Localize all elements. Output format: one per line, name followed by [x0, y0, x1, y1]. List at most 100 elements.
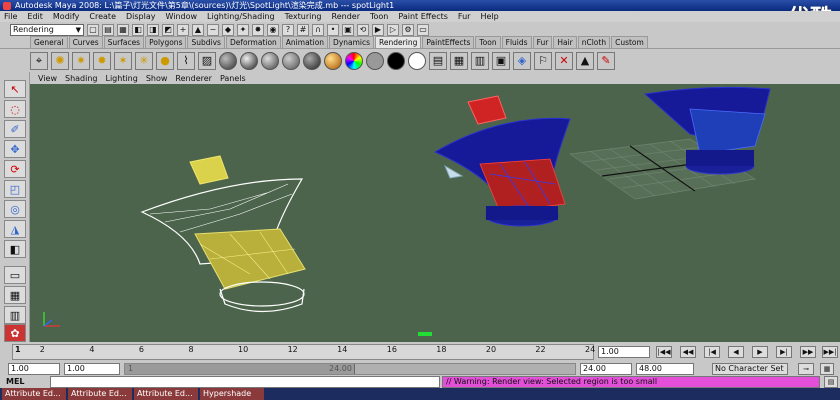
menu-toon[interactable]: Toon: [370, 12, 388, 21]
layered-material-icon[interactable]: [324, 51, 342, 70]
shelf-tab-dynamics[interactable]: Dynamics: [329, 36, 375, 48]
goto-end-icon[interactable]: ▶▶|: [822, 346, 838, 358]
script-editor-icon[interactable]: ▤: [824, 376, 838, 388]
command-input[interactable]: [50, 376, 440, 388]
panel-menu-view[interactable]: View: [38, 74, 57, 83]
time-ruler[interactable]: 1 2 4 6 8 10 12 14 16 18 20 22 24: [12, 344, 595, 360]
mask-dynamic-icon[interactable]: ✸: [252, 23, 264, 36]
open-scene-icon[interactable]: ▤: [102, 23, 114, 36]
lambert-material-icon[interactable]: [219, 51, 237, 70]
shelf-tab-rendering[interactable]: Rendering: [375, 36, 422, 48]
paint-select-tool-icon[interactable]: ✐: [4, 120, 26, 138]
shelf-tab-surfaces[interactable]: Surfaces: [103, 36, 145, 48]
range-handle[interactable]: [125, 364, 355, 374]
menu-display[interactable]: Display: [126, 12, 156, 21]
taskbar-attribute-editor-2[interactable]: Attribute Ed...: [68, 388, 132, 400]
taskbar-attribute-editor-3[interactable]: Attribute Ed...: [134, 388, 198, 400]
snap-curve-icon[interactable]: ∩: [312, 23, 324, 36]
wireframe-radar-white[interactable]: [140, 155, 306, 313]
scene-canvas[interactable]: [30, 84, 840, 342]
mask-handle-icon[interactable]: +: [177, 23, 189, 36]
panel-menu-show[interactable]: Show: [146, 74, 168, 83]
material-icon[interactable]: ▨: [198, 51, 216, 70]
step-forward-icon[interactable]: ▶▶: [800, 346, 816, 358]
surface-shader-icon[interactable]: [366, 51, 384, 70]
menu-render[interactable]: Render: [332, 12, 360, 21]
delete-render-icon[interactable]: ✕: [555, 51, 573, 70]
render-settings-icon[interactable]: ⚙: [402, 23, 414, 36]
manipulator-tool-icon[interactable]: ◎: [4, 200, 26, 218]
shaded-radar-blue[interactable]: [433, 95, 571, 227]
key-icon[interactable]: ⊸: [798, 363, 814, 375]
anisotropic-material-icon[interactable]: [303, 51, 321, 70]
current-frame-field[interactable]: 1.00: [598, 346, 650, 358]
select-tool-icon[interactable]: ↖: [4, 80, 26, 98]
step-forward-key-icon[interactable]: ▶|: [776, 346, 792, 358]
select-object-icon[interactable]: ◨: [147, 23, 159, 36]
volume-light-icon[interactable]: ●: [156, 51, 174, 70]
menu-lighting-shading[interactable]: Lighting/Shading: [207, 12, 275, 21]
mask-deform-icon[interactable]: ✦: [237, 23, 249, 36]
range-bar[interactable]: 1 24.00: [124, 363, 576, 375]
menu-modify[interactable]: Modify: [53, 12, 80, 21]
shading-map-icon[interactable]: [408, 51, 426, 70]
area-light-icon[interactable]: ✳: [135, 51, 153, 70]
shelf-tab-general[interactable]: General: [30, 36, 68, 48]
panel-menu-shading[interactable]: Shading: [65, 74, 98, 83]
soft-mod-tool-icon[interactable]: ◮: [4, 220, 26, 238]
step-back-icon[interactable]: ◀◀: [680, 346, 696, 358]
menu-texturing[interactable]: Texturing: [285, 12, 322, 21]
phonge-material-icon[interactable]: [282, 51, 300, 70]
render-frame-icon[interactable]: ▶: [372, 23, 384, 36]
ramp-material-icon[interactable]: [345, 51, 363, 70]
shelf-tab-curves[interactable]: Curves: [68, 36, 103, 48]
new-scene-icon[interactable]: ▢: [87, 23, 99, 36]
rotate-tool-icon[interactable]: ⟳: [4, 160, 26, 178]
shelf-tab-painteffects[interactable]: PaintEffects: [422, 36, 475, 48]
mask-curve-icon[interactable]: ~: [207, 23, 219, 36]
menu-window[interactable]: Window: [166, 12, 198, 21]
shelf-tab-toon[interactable]: Toon: [475, 36, 501, 48]
phong-material-icon[interactable]: [261, 51, 279, 70]
character-set-select[interactable]: No Character Set: [712, 363, 788, 375]
play-backward-icon[interactable]: ◀: [728, 346, 744, 358]
time-slider[interactable]: 1 2 4 6 8 10 12 14 16 18 20 22 24 1.00 |◀◀ ◀◀ |◀ ◀ ▶…: [0, 342, 840, 362]
shelf-tab-animation[interactable]: Animation: [281, 36, 329, 48]
play-forward-icon[interactable]: ▶: [752, 346, 768, 358]
ambient-light-icon[interactable]: ✺: [51, 51, 69, 70]
history-icon[interactable]: ⟲: [357, 23, 369, 36]
menu-file[interactable]: File: [4, 12, 17, 21]
menu-edit[interactable]: Edit: [27, 12, 43, 21]
playback-end-field[interactable]: 24.00: [580, 363, 632, 375]
menu-help[interactable]: Help: [480, 12, 498, 21]
layout-four-icon[interactable]: ▦: [4, 286, 26, 304]
snap-grid-icon[interactable]: #: [297, 23, 309, 36]
save-scene-icon[interactable]: ▦: [117, 23, 129, 36]
layout-single-icon[interactable]: ▭: [4, 266, 26, 284]
mask-joint-icon[interactable]: ▲: [192, 23, 204, 36]
light-link-icon[interactable]: ⌇: [177, 51, 195, 70]
panel-menu-lighting[interactable]: Lighting: [105, 74, 137, 83]
shelf-tab-subdivs[interactable]: Subdivs: [187, 36, 225, 48]
prefs-icon[interactable]: ▦: [820, 363, 834, 375]
menu-create[interactable]: Create: [89, 12, 116, 21]
render-logo-icon[interactable]: ✿: [4, 324, 26, 342]
ipr-render-icon[interactable]: ▷: [387, 23, 399, 36]
render-current-icon[interactable]: ▦: [450, 51, 468, 70]
shelf-tab-fluids[interactable]: Fluids: [501, 36, 532, 48]
input-box-icon[interactable]: ▭: [417, 23, 429, 36]
render-globals-icon[interactable]: ⚐: [534, 51, 552, 70]
taskbar-hypershade[interactable]: Hypershade: [200, 388, 264, 400]
render-view-icon[interactable]: ▤: [429, 51, 447, 70]
menu-fur[interactable]: Fur: [458, 12, 471, 21]
layout-two-icon[interactable]: ▥: [4, 306, 26, 324]
shelf-tab-deformation[interactable]: Deformation: [225, 36, 281, 48]
render-settings-shelf-icon[interactable]: ▣: [492, 51, 510, 70]
panel-menu-panels[interactable]: Panels: [220, 74, 246, 83]
shelf-tab-polygons[interactable]: Polygons: [145, 36, 187, 48]
directional-light-icon[interactable]: ✷: [72, 51, 90, 70]
menu-set-select[interactable]: Rendering ▼: [10, 23, 84, 36]
mask-surface-icon[interactable]: ◆: [222, 23, 234, 36]
shelf-tab-fur[interactable]: Fur: [532, 36, 553, 48]
hypershade-icon[interactable]: ◈: [513, 51, 531, 70]
